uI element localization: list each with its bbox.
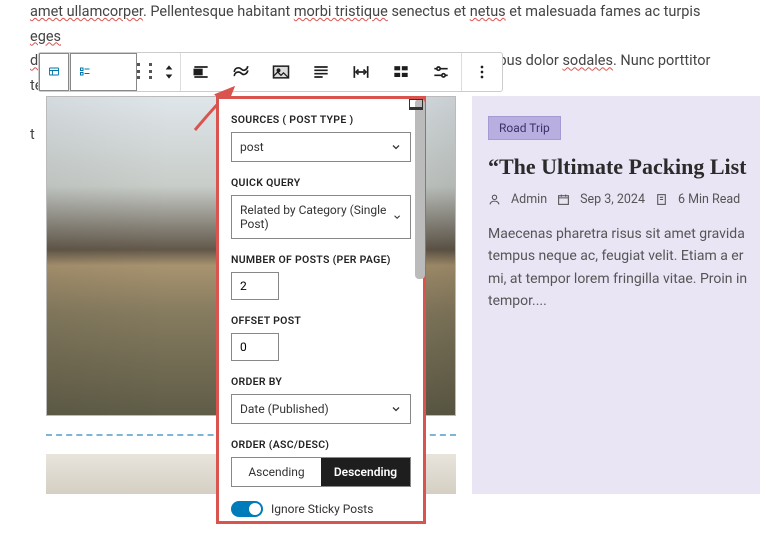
- sources-label: SOURCES ( POST TYPE ): [231, 113, 411, 126]
- calendar-icon: [557, 193, 570, 206]
- sticky-posts-label: Ignore Sticky Posts: [271, 502, 373, 516]
- responsive-icon[interactable]: [409, 99, 423, 110]
- quick-query-select[interactable]: Related by Category (Single Post): [231, 195, 411, 239]
- settings-sliders-icon[interactable]: [421, 53, 461, 91]
- orderby-label: ORDER BY: [231, 375, 411, 388]
- chevron-down-icon: [390, 141, 402, 153]
- block-type-icon[interactable]: [39, 53, 69, 91]
- width-icon[interactable]: [341, 53, 381, 91]
- category-tag[interactable]: Road Trip: [488, 116, 561, 140]
- author-icon: [488, 193, 501, 206]
- order-toggle: Ascending Descending: [231, 457, 411, 487]
- query-settings-dropdown: SOURCES ( POST TYPE ) post QUICK QUERY R…: [216, 96, 426, 524]
- num-posts-input[interactable]: [231, 272, 279, 300]
- post-excerpt: Maecenas pharetra risus sit amet gravida…: [488, 223, 760, 313]
- more-options-icon[interactable]: [462, 53, 502, 91]
- quick-query-label: QUICK QUERY: [231, 176, 411, 189]
- post-date: Sep 3, 2024: [580, 192, 645, 207]
- order-label: ORDER (ASC/DESC): [231, 438, 411, 451]
- offset-label: OFFSET POST: [231, 314, 411, 327]
- post-card: Road Trip “The Ultimate Packing List Adm…: [472, 96, 760, 494]
- layout-icon[interactable]: [381, 53, 421, 91]
- dropdown-scrollbar[interactable]: [415, 99, 425, 279]
- num-posts-label: NUMBER OF POSTS (PER PAGE): [231, 253, 391, 266]
- offset-input[interactable]: [231, 333, 279, 361]
- justify-icon[interactable]: [301, 53, 341, 91]
- chevron-down-icon: [390, 403, 402, 415]
- sources-select[interactable]: post: [231, 132, 411, 162]
- descending-button[interactable]: Descending: [321, 458, 410, 486]
- author-name[interactable]: Admin: [511, 192, 547, 207]
- block-toolbar: [38, 52, 503, 92]
- move-arrows-icon[interactable]: [159, 53, 180, 91]
- drag-handle-icon[interactable]: [137, 53, 159, 91]
- read-time: 6 Min Read: [678, 192, 740, 207]
- list-view-icon[interactable]: [70, 53, 137, 91]
- post-title[interactable]: “The Ultimate Packing List: [488, 154, 760, 180]
- featured-image-icon[interactable]: [261, 53, 301, 91]
- align-icon[interactable]: [181, 53, 221, 91]
- chevron-down-icon: [392, 211, 402, 223]
- query-loop-icon[interactable]: [221, 53, 261, 91]
- read-time-icon: [655, 193, 668, 206]
- orderby-select[interactable]: Date (Published): [231, 394, 411, 424]
- sticky-posts-toggle[interactable]: [231, 501, 263, 517]
- post-meta: Admin Sep 3, 2024 6 Min Read: [488, 192, 760, 207]
- ascending-button[interactable]: Ascending: [232, 458, 321, 486]
